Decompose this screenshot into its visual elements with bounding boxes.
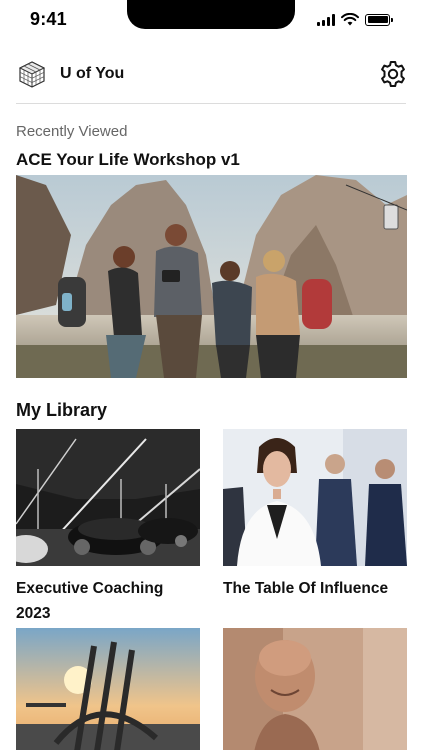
cellular-signal-icon [317,13,335,26]
status-icons [317,13,393,26]
my-library-heading: My Library [16,400,108,420]
cube-logo-icon [18,61,46,88]
app-header: U of You [0,52,422,104]
recently-viewed-image[interactable] [16,175,407,378]
library-card-sailing[interactable] [16,628,200,750]
library-card-title: Executive Coaching 2023 [16,580,164,622]
library-card-thumbnail[interactable] [223,429,407,566]
header-divider [16,103,406,104]
library-card-title: The Table Of Influence [223,580,389,597]
settings-gear-icon[interactable] [378,59,408,89]
library-card-table-of-influence[interactable]: The Table Of Influence [223,429,407,601]
library-card-thumbnail[interactable] [16,429,200,566]
library-card-executive-coaching[interactable]: Executive Coaching 2023 [16,429,200,626]
library-card-portrait[interactable] [223,628,407,750]
status-bar: 9:41 [0,0,422,44]
recently-viewed-title[interactable]: ACE Your Life Workshop v1 [16,150,240,170]
status-time: 9:41 [30,9,67,29]
app-title: U of You [60,65,125,82]
battery-icon [365,13,393,26]
recently-viewed-label: Recently Viewed [16,123,128,140]
wifi-icon [341,13,359,26]
device-notch [127,0,295,29]
